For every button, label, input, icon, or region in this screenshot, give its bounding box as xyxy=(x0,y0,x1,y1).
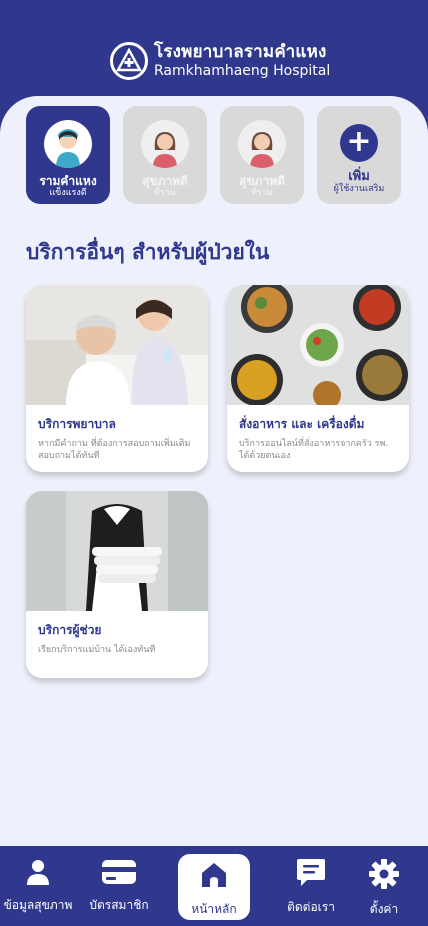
logo-english-text: Ramkhamhaeng Hospital xyxy=(154,63,331,79)
nav-label: หน้าหลัก xyxy=(191,902,237,916)
card-icon xyxy=(102,860,136,884)
section-title: บริการอื่นๆ สำหรับผู้ป่วยใน xyxy=(26,240,270,264)
nav-label: ติดต่อเรา xyxy=(287,900,335,914)
add-user-sublabel: ผู้ใช้งานเสริม xyxy=(333,184,385,194)
service-description: บริการออนไลน์ที่สั่งอาหารจากครัว รพ. ได้… xyxy=(239,439,389,461)
home-icon xyxy=(202,863,226,887)
bottom-navigation: ข้อมูลสุขภาพ บัตรสมาชิก หน้าหลัก ติดต่อเ… xyxy=(0,846,428,926)
chat-icon xyxy=(297,859,325,886)
service-card-nursing[interactable]: บริการพยาบาล หากมีคำถาม ที่ต้องการสอบถาม… xyxy=(26,285,208,472)
housekeeper-photo xyxy=(26,491,208,611)
service-title: สั่งอาหาร และ เครื่องดื่ม xyxy=(239,417,365,431)
hospital-logo: โรงพยาบาลรามคำแหง Ramkhamhaeng Hospital xyxy=(110,42,330,80)
service-description: หากมีคำถาม ที่ต้องการสอบถามเพิ่มเติม สอบ… xyxy=(38,439,191,461)
profile-name: สุขภาพดี xyxy=(239,174,285,188)
profile-status: ที่ราม xyxy=(251,188,273,198)
service-card-food[interactable]: สั่งอาหาร และ เครื่องดื่ม บริการออนไลน์ท… xyxy=(227,285,409,472)
nursing-photo xyxy=(26,285,208,405)
nav-member-card[interactable]: บัตรสมาชิก xyxy=(79,858,159,915)
hospital-emblem-icon xyxy=(110,42,148,80)
profile-name: สุขภาพดี xyxy=(142,174,188,188)
gear-icon xyxy=(369,859,399,889)
profile-card[interactable]: สุขภาพดี ที่ราม xyxy=(220,106,304,204)
plus-icon: + xyxy=(340,124,378,162)
service-description: เรียกบริการแม่บ้าน ได้เองทันที xyxy=(38,645,156,655)
add-user-label: เพิ่ม xyxy=(348,169,370,184)
food-photo xyxy=(227,285,409,405)
profile-card[interactable]: สุขภาพดี ที่ราม xyxy=(123,106,207,204)
profile-name: รามคำแหง xyxy=(39,174,97,188)
logo-thai-text: โรงพยาบาลรามคำแหง xyxy=(154,42,327,62)
nav-label: บัตรสมาชิก xyxy=(89,898,149,912)
main-content: รามคำแหง แข็งแรงดี สุขภาพดี ที่ราม สุขภา… xyxy=(0,96,428,856)
person-icon xyxy=(27,860,49,885)
nurse-avatar xyxy=(44,120,92,168)
nav-settings[interactable]: ตั้งค่า xyxy=(344,858,424,919)
add-user-button[interactable]: + เพิ่ม ผู้ใช้งานเสริม xyxy=(317,106,401,204)
nav-home[interactable]: หน้าหลัก xyxy=(178,854,250,920)
nav-contact[interactable]: ติดต่อเรา xyxy=(271,858,351,917)
profile-status: แข็งแรงดี xyxy=(49,188,87,198)
nav-label: ตั้งค่า xyxy=(369,902,399,916)
user-avatar xyxy=(238,120,286,168)
profile-status: ที่ราม xyxy=(154,188,176,198)
service-card-assistant[interactable]: บริการผู้ช่วย เรียกบริการแม่บ้าน ได้เองท… xyxy=(26,491,208,678)
user-avatar xyxy=(141,120,189,168)
nav-health-info[interactable]: ข้อมูลสุขภาพ xyxy=(0,858,78,915)
service-title: บริการผู้ช่วย xyxy=(38,623,102,637)
profile-card-active[interactable]: รามคำแหง แข็งแรงดี xyxy=(26,106,110,204)
nav-label: ข้อมูลสุขภาพ xyxy=(3,898,73,912)
service-title: บริการพยาบาล xyxy=(38,417,116,431)
